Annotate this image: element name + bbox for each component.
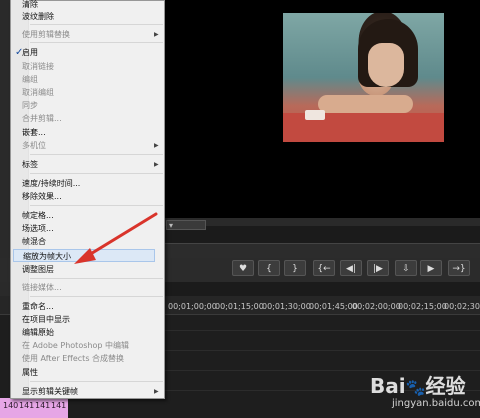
menu-item-group[interactable]: 编组 bbox=[22, 73, 38, 86]
watermark-logo: Bai🐾经验 bbox=[370, 374, 466, 398]
menu-item-nest[interactable]: 嵌套... bbox=[22, 126, 46, 139]
timeline-dropdown[interactable]: ▾ bbox=[166, 220, 206, 230]
monitor-video-frame bbox=[283, 13, 444, 142]
watermark-url: jingyan.baidu.com bbox=[392, 398, 480, 409]
menu-item-rename[interactable]: 重命名... bbox=[22, 300, 54, 313]
menu-item-label[interactable]: 标签 bbox=[22, 158, 38, 171]
menu-item-frame-blend[interactable]: 帧混合 bbox=[22, 235, 46, 248]
out-point-icon[interactable]: } bbox=[284, 260, 306, 276]
step-forward-icon[interactable]: |▶ bbox=[367, 260, 389, 276]
clip-number: 141 bbox=[35, 401, 51, 410]
menu-item-show-clip-keyframes[interactable]: 显示剪辑关键帧 bbox=[22, 385, 78, 398]
playhead-scrub-bar[interactable] bbox=[163, 243, 480, 258]
menu-item-ripple-delete[interactable]: 波纹删除 bbox=[22, 10, 54, 23]
go-to-in-icon[interactable]: {← bbox=[313, 260, 335, 276]
clip-number: 141 bbox=[19, 401, 35, 410]
menu-item-merge-clips[interactable]: 合并剪辑... bbox=[22, 112, 62, 125]
menu-item-edit-in-photoshop[interactable]: 在 Adobe Photoshop 中编辑 bbox=[22, 339, 129, 352]
timecode-label: 00;01;00;00 bbox=[168, 302, 217, 311]
menu-item-frame-hold[interactable]: 帧定格... bbox=[22, 209, 54, 222]
menu-item-replace-with-after-effects[interactable]: 使用 After Effects 合成替换 bbox=[22, 352, 124, 365]
menu-item-speed-duration[interactable]: 速度/持续时间... bbox=[22, 177, 80, 190]
menu-item-field-options[interactable]: 场选项... bbox=[22, 222, 54, 235]
step-back-icon[interactable]: ◀| bbox=[340, 260, 362, 276]
timecode-label: 00;01;15;00 bbox=[215, 302, 264, 311]
clip-number: 141 bbox=[51, 401, 67, 410]
timecode-label: 00;01;30;00 bbox=[262, 302, 311, 311]
menu-item-synchronize[interactable]: 同步 bbox=[22, 99, 38, 112]
menu-item-link-media[interactable]: 链接媒体... bbox=[22, 281, 62, 294]
marker-icon[interactable]: ♥ bbox=[232, 260, 254, 276]
menu-item-adjustment-layer[interactable]: 调整图层 bbox=[22, 263, 54, 276]
in-point-icon[interactable]: { bbox=[258, 260, 280, 276]
timecode-label: 00;01;45;00 bbox=[309, 302, 358, 311]
timecode-label: 00;02;15;00 bbox=[398, 302, 447, 311]
clip-number: 140 bbox=[3, 401, 19, 410]
submenu-arrow-icon: ▶ bbox=[154, 161, 159, 168]
menu-item-edit-original[interactable]: 编辑原始 bbox=[22, 326, 54, 339]
menu-item-ungroup[interactable]: 取消编组 bbox=[22, 86, 54, 99]
go-to-out-icon[interactable]: →} bbox=[448, 260, 470, 276]
menu-item-replace-with-clip[interactable]: 使用剪辑替换 bbox=[22, 28, 70, 41]
menu-item-multicam[interactable]: 多机位 bbox=[22, 139, 46, 152]
menu-item-enable[interactable]: 启用 bbox=[22, 46, 38, 59]
submenu-arrow-icon: ▶ bbox=[154, 388, 159, 395]
menu-item-unlink[interactable]: 取消链接 bbox=[22, 60, 54, 73]
play-icon[interactable]: ▶ bbox=[420, 260, 442, 276]
insert-icon[interactable]: ⇩ bbox=[395, 260, 417, 276]
submenu-arrow-icon: ▶ bbox=[154, 142, 159, 149]
menu-item-reveal-in-project[interactable]: 在项目中显示 bbox=[22, 313, 70, 326]
annotation-arrow-icon bbox=[74, 212, 158, 264]
timecode-label: 00;02;00;00 bbox=[352, 302, 401, 311]
timeline-header bbox=[163, 218, 480, 226]
menu-item-properties[interactable]: 属性 bbox=[22, 366, 38, 379]
submenu-arrow-icon: ▶ bbox=[154, 31, 159, 38]
menu-item-remove-effects[interactable]: 移除效果... bbox=[22, 190, 62, 203]
timecode-label: 00;02;30;00 bbox=[444, 302, 480, 311]
